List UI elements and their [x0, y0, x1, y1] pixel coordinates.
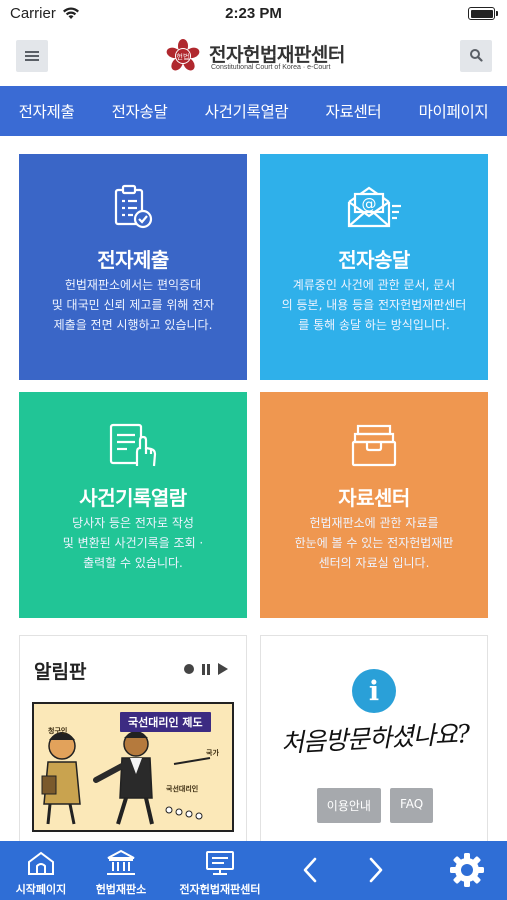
site-subtitle: Constitutional Court of Korea · e-Court	[211, 64, 331, 71]
nav-item-e-delivery[interactable]: 전자송달	[112, 100, 168, 122]
settings-gear-icon[interactable]	[449, 852, 485, 892]
tab-court-label: 헌법재판소	[95, 883, 147, 896]
notice-controls	[184, 663, 228, 675]
tile-resource-center[interactable]: 자료센터 헌법재판소에 관한 자료를 한눈에 볼 수 있는 전자헌법재판 센터의 자…	[260, 392, 488, 618]
pause-icon[interactable]	[202, 663, 210, 675]
tab-constitutional-court[interactable]: 헌법재판소	[88, 841, 154, 900]
tile-title: 전자제출	[97, 248, 169, 272]
play-icon[interactable]	[218, 663, 228, 675]
bottom-tab-bar: 시작페이지 헌법재판소 전자헌법재판센터	[0, 841, 507, 900]
home-icon	[26, 849, 56, 877]
tile-description: 헌법재판소에 관한 자료를 한눈에 볼 수 있는 전자헌법재판 센터의 자료실 입니…	[294, 516, 454, 570]
status-bar: Carrier 2:23 PM	[0, 0, 507, 28]
main-nav: 전자제출 전자송달 사건기록열람 자료센터 마이페이지	[0, 86, 507, 136]
nav-item-case-records[interactable]: 사건기록열람	[205, 100, 289, 122]
site-title: 전자헌법재판센터	[209, 44, 345, 66]
clipboard-check-icon	[111, 184, 155, 234]
tile-title: 자료센터	[338, 486, 410, 510]
tile-e-submission[interactable]: 전자제출 헌법재판소에서는 편익증대 및 대국민 신뢰 제고를 위해 전자 제출을 …	[19, 154, 247, 380]
notice-banner[interactable]: 국선대리인 제도 청구인 국가 국선대리인	[32, 702, 234, 832]
court-emblem-icon: 헌법	[165, 38, 201, 74]
back-arrow-icon[interactable]	[300, 855, 320, 889]
banner-label-public-defender: 국선대리인	[166, 785, 199, 793]
clock: 2:23 PM	[225, 5, 282, 22]
tile-description: 헌법재판소에서는 편익증대 및 대국민 신뢰 제고를 위해 전자 제출을 전면 시행…	[51, 278, 215, 332]
document-hand-icon	[107, 422, 159, 472]
tab-home-label: 시작페이지	[15, 883, 67, 896]
nav-item-my-page[interactable]: 마이페이지	[419, 100, 489, 122]
battery-icon	[468, 7, 498, 20]
first-visit-buttons: 이용안내 FAQ	[261, 788, 487, 823]
tile-title: 사건기록열람	[79, 486, 187, 510]
site-logo[interactable]: 헌법 전자헌법재판센터 Constitutional Court of Kore…	[165, 38, 355, 76]
nav-item-resource-center[interactable]: 자료센터	[326, 100, 382, 122]
banner-label-claimant: 청구인	[48, 727, 68, 735]
tile-case-records[interactable]: 사건기록열람 당사자 등은 전자로 작성 및 변환된 사건기록을 조회 · 출력할 …	[19, 392, 247, 618]
monitor-icon	[204, 849, 236, 877]
forward-arrow-icon[interactable]	[366, 855, 386, 889]
archive-box-icon	[350, 422, 398, 472]
svg-text:@: @	[362, 195, 377, 213]
notice-board-title: 알림판	[34, 661, 87, 683]
tile-e-delivery[interactable]: @ 전자송달 계류중인 사건에 관한 문서, 문서 의 등본, 내용 등을 전자헌…	[260, 154, 488, 380]
usage-guide-button[interactable]: 이용안내	[316, 788, 381, 823]
hamburger-icon	[25, 47, 39, 66]
first-visit-card: i 처음방문하셨나요? 이용안내 FAQ	[260, 635, 488, 850]
faq-button[interactable]: FAQ	[389, 788, 434, 823]
notice-board: 알림판 국선대리인 제도 청구인 국가 국선대리인	[19, 635, 247, 850]
court-building-icon	[105, 849, 137, 877]
tab-ecourt-label: 전자헌법재판센터	[179, 883, 261, 896]
slide-indicator-dot[interactable]	[184, 664, 194, 674]
emblem-text: 헌법	[177, 52, 190, 61]
nav-item-e-submission[interactable]: 전자제출	[19, 100, 75, 122]
banner-tag: 국선대리인 제도	[120, 712, 211, 732]
tile-title: 전자송달	[338, 248, 410, 272]
search-button[interactable]	[460, 40, 492, 72]
tile-description: 계류중인 사건에 관한 문서, 문서 의 등본, 내용 등을 전자헌법재판센터 를 …	[281, 278, 467, 332]
email-icon: @	[345, 184, 403, 234]
banner-label-state: 국가	[206, 749, 219, 757]
info-icon: i	[352, 669, 396, 713]
tab-e-court-center[interactable]: 전자헌법재판센터	[168, 841, 272, 900]
search-icon	[469, 47, 483, 66]
first-visit-heading: 처음방문하셨나요?	[280, 719, 470, 758]
menu-button[interactable]	[16, 40, 48, 72]
tab-home[interactable]: 시작페이지	[10, 841, 72, 900]
tile-description: 당사자 등은 전자로 작성 및 변환된 사건기록을 조회 · 출력할 수 있습니다.	[62, 516, 204, 570]
app-header: 헌법 전자헌법재판센터 Constitutional Court of Kore…	[0, 28, 507, 86]
